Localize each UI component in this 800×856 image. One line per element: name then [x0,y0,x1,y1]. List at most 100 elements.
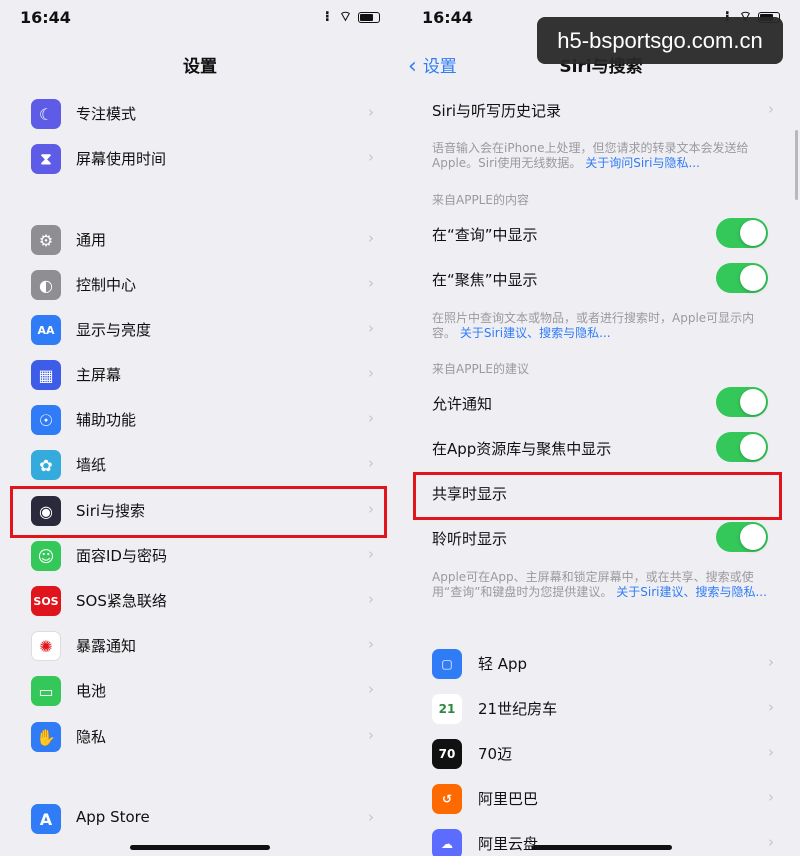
status-icons: ⁝ ⌔ [325,8,380,26]
settings-row[interactable]: AA 显示与亮度 › [0,307,400,352]
home-indicator-right [532,845,672,850]
settings-row-label: 电池 [76,682,107,700]
chevron-right-icon: › [368,545,374,563]
notify-toggle[interactable] [716,387,768,417]
70mai-app-icon: 70 [432,739,462,769]
app-row-label: 21世纪房车 [478,700,558,718]
settings-row-label: 控制中心 [76,276,137,294]
chevron-right-icon: › [768,100,774,118]
settings-pane: 16:44 ⁝ ⌔ 设置 ☾ 专注模式 › ⧗ 屏幕使用时间 › ⚙ 通用 › ◐ 控制中心 › AA 显… [0,0,400,856]
app-row[interactable]: ☁ 阿里云盘 › [402,821,800,856]
scrollbar[interactable] [795,130,798,200]
query-toggle-label: 在“查询”中显示 [432,226,538,244]
status-time-right: 16:44 [422,8,473,27]
library-toggle-row: 在App资源库与聚焦中显示 [402,426,800,471]
moon-icon: ☾ [31,99,61,129]
chevron-right-icon: › [768,743,774,761]
chevron-right-icon: › [368,808,374,826]
highlight-share-row [413,472,782,520]
app-row-label: 阿里巴巴 [478,790,539,808]
footnote-privacy-link[interactable]: 关于询问Siri与隐私... [585,156,700,170]
spotlight-toggle-row: 在“聚焦”中显示 [402,257,800,302]
settings-row[interactable]: ☺ 面容ID与密码 › [0,533,400,578]
section-header-content: 来自APPLE的内容 [432,193,529,207]
exposure-icon: ✺ [31,631,61,661]
library-toggle-label: 在App资源库与聚焦中显示 [432,440,612,458]
toggles-icon: ◐ [31,270,61,300]
listen-toggle-row: 聆听时显示 [402,516,800,561]
accessibility-icon: ☉ [31,405,61,435]
settings-row[interactable]: ▦ 主屏幕 › [0,352,400,397]
query-toggle[interactable] [716,218,768,248]
home-grid-icon: ▦ [31,360,61,390]
listen-toggle[interactable] [716,522,768,552]
siri-history-label: Siri与听写历史记录 [432,102,562,120]
siri-history-row[interactable]: Siri与听写历史记录 › [402,88,800,133]
chevron-right-icon: › [368,229,374,247]
settings-row-label: 通用 [76,231,107,249]
settings-row[interactable]: A App Store › [0,796,400,841]
settings-row-label: 面容ID与密码 [76,547,167,565]
aliyun-drive-app-icon: ☁ [432,829,462,856]
chevron-right-icon: › [368,274,374,292]
hand-icon: ✋ [31,722,61,752]
status-time: 16:44 [20,8,71,27]
settings-row[interactable]: ⧗ 屏幕使用时间 › [0,136,400,181]
settings-row-label: 暴露通知 [76,637,137,655]
spotlight-toggle[interactable] [716,263,768,293]
page-title: 设置 [183,57,217,77]
settings-row[interactable]: ▭ 电池 › [0,668,400,713]
settings-row[interactable]: ☾ 专注模式 › [0,91,400,136]
app-row[interactable]: ↺ 阿里巴巴 › [402,776,800,821]
notify-toggle-label: 允许通知 [432,395,493,413]
chevron-right-icon: › [368,590,374,608]
settings-row-label: 墙纸 [76,456,107,474]
chevron-right-icon: › [368,319,374,337]
settings-row-label: 隐私 [76,728,107,746]
settings-row-label: 辅助功能 [76,411,137,429]
settings-row[interactable]: ✋ 隐私 › [0,714,400,759]
hourglass-icon: ⧗ [31,144,61,174]
settings-row-label: 屏幕使用时间 [76,150,167,168]
settings-row-label: App Store [76,808,150,826]
chevron-right-icon: › [368,409,374,427]
footnote-suggestions-link[interactable]: 关于Siri建议、搜索与隐私... [460,326,611,340]
chevron-right-icon: › [368,148,374,166]
footnote-privacy: 语音输入会在iPhone上处理，但您请求的转录文本会发送给Apple。Siri使… [432,141,770,171]
settings-row[interactable]: ✿ 墙纸 › [0,442,400,487]
library-toggle[interactable] [716,432,768,462]
settings-row[interactable]: ☉ 辅助功能 › [0,397,400,442]
faceid-icon: ☺ [31,541,61,571]
settings-row[interactable]: ◐ 控制中心 › [0,262,400,307]
battery-icon: ▭ [31,676,61,706]
notify-toggle-row: 允许通知 [402,381,800,426]
app-row[interactable]: ▢ 轻 App › [402,641,800,686]
chevron-right-icon: › [768,698,774,716]
settings-row[interactable]: ✺ 暴露通知 › [0,623,400,668]
app-row[interactable]: 70 70迈 › [402,731,800,776]
settings-row[interactable]: SOS SOS紧急联络 › [0,578,400,623]
settings-row-label: SOS紧急联络 [76,592,167,610]
footnote-apple-suggest-link[interactable]: 关于Siri建议、搜索与隐私... [616,585,767,599]
chevron-right-icon: › [768,833,774,851]
footnote-apple-suggest: Apple可在App、主屏幕和锁定屏幕中，或在共享、搜索或使用“查询”和键盘时为… [432,570,770,600]
footnote-suggestions: 在照片中查询文本或物品，或者进行搜索时，Apple可显示内容。 关于Siri建议… [432,311,770,341]
qing-app-icon: ▢ [432,649,462,679]
spotlight-toggle-label: 在“聚焦”中显示 [432,271,538,289]
text-size-icon: AA [31,315,61,345]
settings-row[interactable]: ⚙ 通用 › [0,217,400,262]
chevron-right-icon: › [368,726,374,744]
app-row[interactable]: 21 21世纪房车 › [402,686,800,731]
app-row-label: 轻 App [478,655,528,673]
chevron-right-icon: › [768,788,774,806]
siri-search-pane: 16:44 ⁝ ⌔ ‹设置 Siri与搜索 Siri与听写历史记录 › 语音输入… [402,0,800,856]
gear-icon: ⚙ [31,225,61,255]
chevron-right-icon: › [368,454,374,472]
chevron-right-icon: › [368,635,374,653]
chevron-right-icon: › [368,680,374,698]
rv21-app-icon: 21 [432,694,462,724]
settings-row-label: 专注模式 [76,105,137,123]
home-indicator [130,845,270,850]
sos-icon: SOS [31,586,61,616]
chevron-right-icon: › [768,653,774,671]
